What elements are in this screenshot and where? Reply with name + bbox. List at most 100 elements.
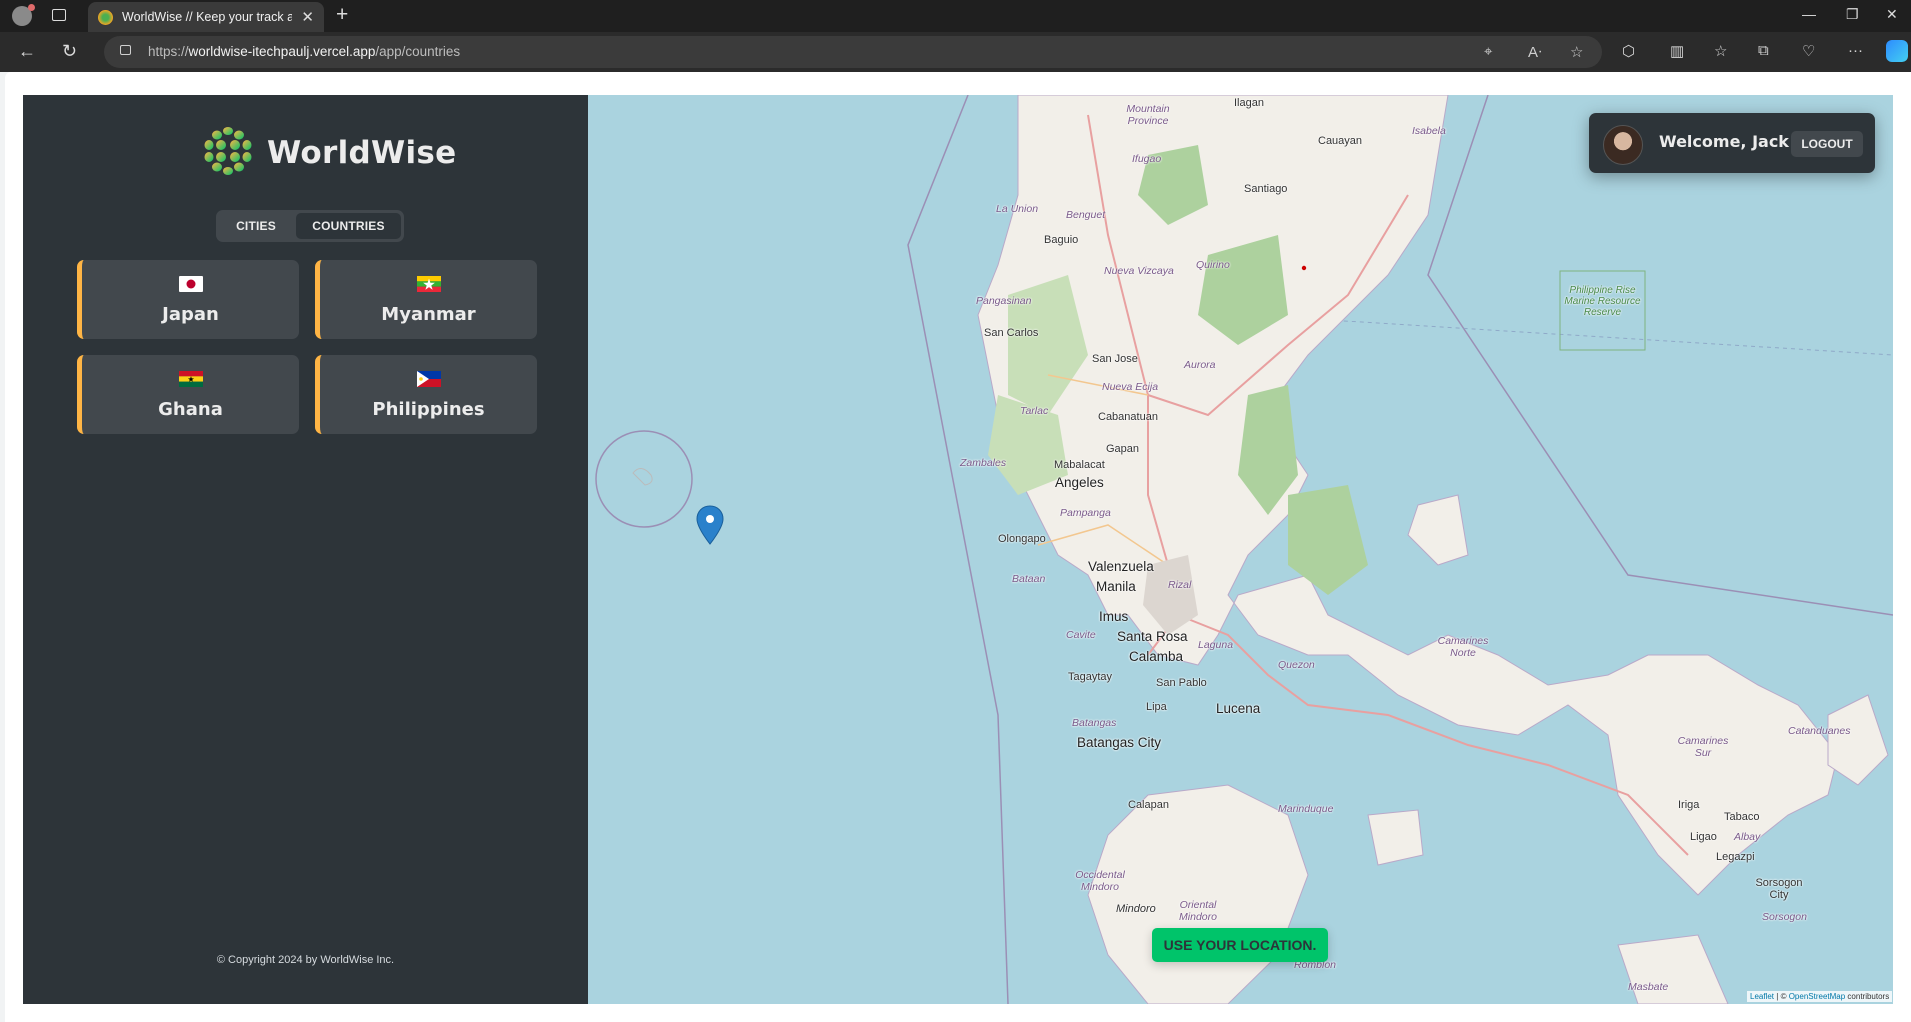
map-label-quezon: Quezon xyxy=(1278,659,1315,671)
leaflet-link[interactable]: Leaflet xyxy=(1750,992,1774,1001)
map-label-tagaytay: Tagaytay xyxy=(1068,671,1113,683)
collections-icon[interactable]: ⧉ xyxy=(1758,42,1769,59)
split-screen-icon[interactable]: ▥ xyxy=(1670,42,1684,60)
more-menu-icon[interactable]: ··· xyxy=(1848,42,1863,59)
sidebar: WorldWise CITIES COUNTRIES Japan Myanmar xyxy=(23,95,588,1004)
close-window-icon[interactable]: ✕ xyxy=(1886,6,1898,23)
worldwise-favicon-icon xyxy=(98,10,113,25)
map-label-cavite: Cavite xyxy=(1066,629,1096,641)
restore-window-icon[interactable]: ❐ xyxy=(1846,6,1859,23)
country-card-ghana[interactable]: Ghana xyxy=(77,355,299,434)
map-label-aurora: Aurora xyxy=(1184,359,1216,371)
country-card-japan[interactable]: Japan xyxy=(77,260,299,339)
browser-essentials-icon[interactable]: ♡ xyxy=(1802,42,1815,60)
user-card: Welcome, Jack LOGOUT xyxy=(1589,113,1875,173)
tab-actions-icon[interactable] xyxy=(52,9,66,21)
map-label-mindoro: Mindoro xyxy=(1116,903,1156,915)
back-icon[interactable]: ← xyxy=(18,41,36,62)
map-marker-icon[interactable] xyxy=(695,505,725,545)
map-label-rizal: Rizal xyxy=(1168,579,1192,591)
profile-avatar-icon[interactable] xyxy=(12,4,35,26)
country-name: Japan xyxy=(162,304,219,325)
tab-countries[interactable]: COUNTRIES xyxy=(296,213,401,239)
favorites-icon[interactable]: ☆ xyxy=(1714,42,1727,60)
map-label-imus: Imus xyxy=(1099,609,1129,624)
map-label-san-jose: San Jose xyxy=(1092,353,1138,365)
tab-cities[interactable]: CITIES xyxy=(219,213,293,239)
brand-logo[interactable]: WorldWise xyxy=(201,123,456,181)
country-card-myanmar[interactable]: Myanmar xyxy=(315,260,537,339)
logout-button[interactable]: LOGOUT xyxy=(1791,131,1863,157)
map-label-calapan: Calapan xyxy=(1128,799,1169,811)
favorite-star-icon[interactable]: ☆ xyxy=(1570,43,1583,61)
close-tab-icon[interactable]: ✕ xyxy=(301,8,314,26)
map-label-batangas: Batangas xyxy=(1072,717,1117,729)
map-label-albay: Albay xyxy=(1734,831,1761,843)
globe-logo-icon xyxy=(204,127,252,175)
browser-tab-active[interactable]: WorldWise // Keep your track ad ✕ xyxy=(88,2,324,32)
map-label-tarlac: Tarlac xyxy=(1020,405,1049,417)
map-label-zambales: Zambales xyxy=(960,457,1007,469)
map-label-benguet: Benguet xyxy=(1066,209,1106,221)
map-label-ligao: Ligao xyxy=(1690,831,1717,843)
welcome-text: Welcome, Jack xyxy=(1659,132,1789,151)
map-label-mabalacat: Mabalacat xyxy=(1054,459,1105,471)
map-label-batangas-city: Batangas City xyxy=(1077,735,1162,750)
map-container[interactable]: Ilagan Mountain Province Isabela Cauayan… xyxy=(588,95,1893,1004)
minimize-window-icon[interactable]: — xyxy=(1802,6,1816,22)
map-label-baguio: Baguio xyxy=(1044,234,1079,246)
map-label-la-union: La Union xyxy=(996,203,1039,215)
map-attribution: Leaflet | © OpenStreetMap contributors xyxy=(1747,991,1893,1002)
map-label-san-pablo: San Pablo xyxy=(1156,677,1207,689)
philippines-flag-icon xyxy=(416,371,441,387)
map-label-oriental-mindoro: Oriental Mindoro xyxy=(1179,899,1217,923)
map-label-santa-rosa: Santa Rosa xyxy=(1117,629,1188,644)
map-label-pampanga: Pampanga xyxy=(1060,507,1111,519)
copilot-icon[interactable] xyxy=(1886,40,1908,62)
site-info-lock-icon[interactable] xyxy=(120,45,131,55)
map-label-santiago: Santiago xyxy=(1244,183,1288,195)
brand-name: WorldWise xyxy=(267,135,457,171)
map-label-lipa: Lipa xyxy=(1146,701,1167,713)
extensions-icon[interactable]: ⬡ xyxy=(1622,42,1635,60)
map-label-lucena: Lucena xyxy=(1216,701,1261,716)
map-label-mountain-province: Mountain Province xyxy=(1126,103,1170,127)
japan-flag-icon xyxy=(178,276,203,292)
use-location-button[interactable]: USE YOUR LOCATION. xyxy=(1152,928,1328,962)
reload-icon[interactable]: ↻ xyxy=(62,41,77,62)
map-label-valenzuela: Valenzuela xyxy=(1088,559,1154,574)
address-bar[interactable]: https://worldwise-itechpaulj.vercel.app/… xyxy=(104,36,1602,68)
map-label-sorsogon-city: Sorsogon City xyxy=(1755,877,1803,901)
map-label-camarines-norte: Camarines Norte xyxy=(1437,635,1489,659)
map-label-marine-reserve: Philippine Rise Marine Resource Reserve xyxy=(1564,285,1641,318)
new-tab-icon[interactable]: + xyxy=(336,3,348,27)
map-label-nueva-ecija: Nueva Ecija xyxy=(1102,381,1159,393)
map-label-quirino: Quirino xyxy=(1196,259,1230,271)
map-label-angeles: Angeles xyxy=(1055,475,1104,490)
map-label-masbate: Masbate xyxy=(1628,981,1669,993)
map-label-cauayan: Cauayan xyxy=(1318,135,1363,147)
map-label-catanduanes: Catanduanes xyxy=(1788,725,1851,737)
map-tiles[interactable] xyxy=(588,95,1893,1004)
map-label-gapan: Gapan xyxy=(1106,443,1140,455)
map-label-pangasinan: Pangasinan xyxy=(976,295,1032,307)
map-label-camarines-sur: Camarines Sur xyxy=(1677,735,1729,759)
url-text[interactable]: https://worldwise-itechpaulj.vercel.app/… xyxy=(148,44,460,59)
country-card-philippines[interactable]: Philippines xyxy=(315,355,537,434)
country-name: Ghana xyxy=(158,399,223,420)
map-label-legazpi: Legazpi xyxy=(1716,851,1755,863)
read-aloud-icon[interactable]: Aᐧ xyxy=(1528,43,1542,61)
map-label-tabaco: Tabaco xyxy=(1724,811,1760,823)
map-label-olongapo: Olongapo xyxy=(998,533,1046,545)
map-label-isabela: Isabela xyxy=(1412,125,1446,137)
map-label-marinduque: Marinduque xyxy=(1278,803,1334,815)
attribution-suffix: contributors xyxy=(1847,992,1890,1001)
ghana-flag-icon xyxy=(178,371,203,387)
openstreetmap-link[interactable]: OpenStreetMap xyxy=(1789,992,1845,1001)
map-label-cabanatuan: Cabanatuan xyxy=(1098,411,1158,423)
browser-tab-bar: WorldWise // Keep your track ad ✕ + — ❐ … xyxy=(0,0,1911,32)
map-label-bataan: Bataan xyxy=(1012,573,1046,585)
view-toggle: CITIES COUNTRIES xyxy=(216,210,404,242)
location-access-icon[interactable]: ⌖ xyxy=(1484,43,1492,60)
country-name: Myanmar xyxy=(381,304,476,325)
